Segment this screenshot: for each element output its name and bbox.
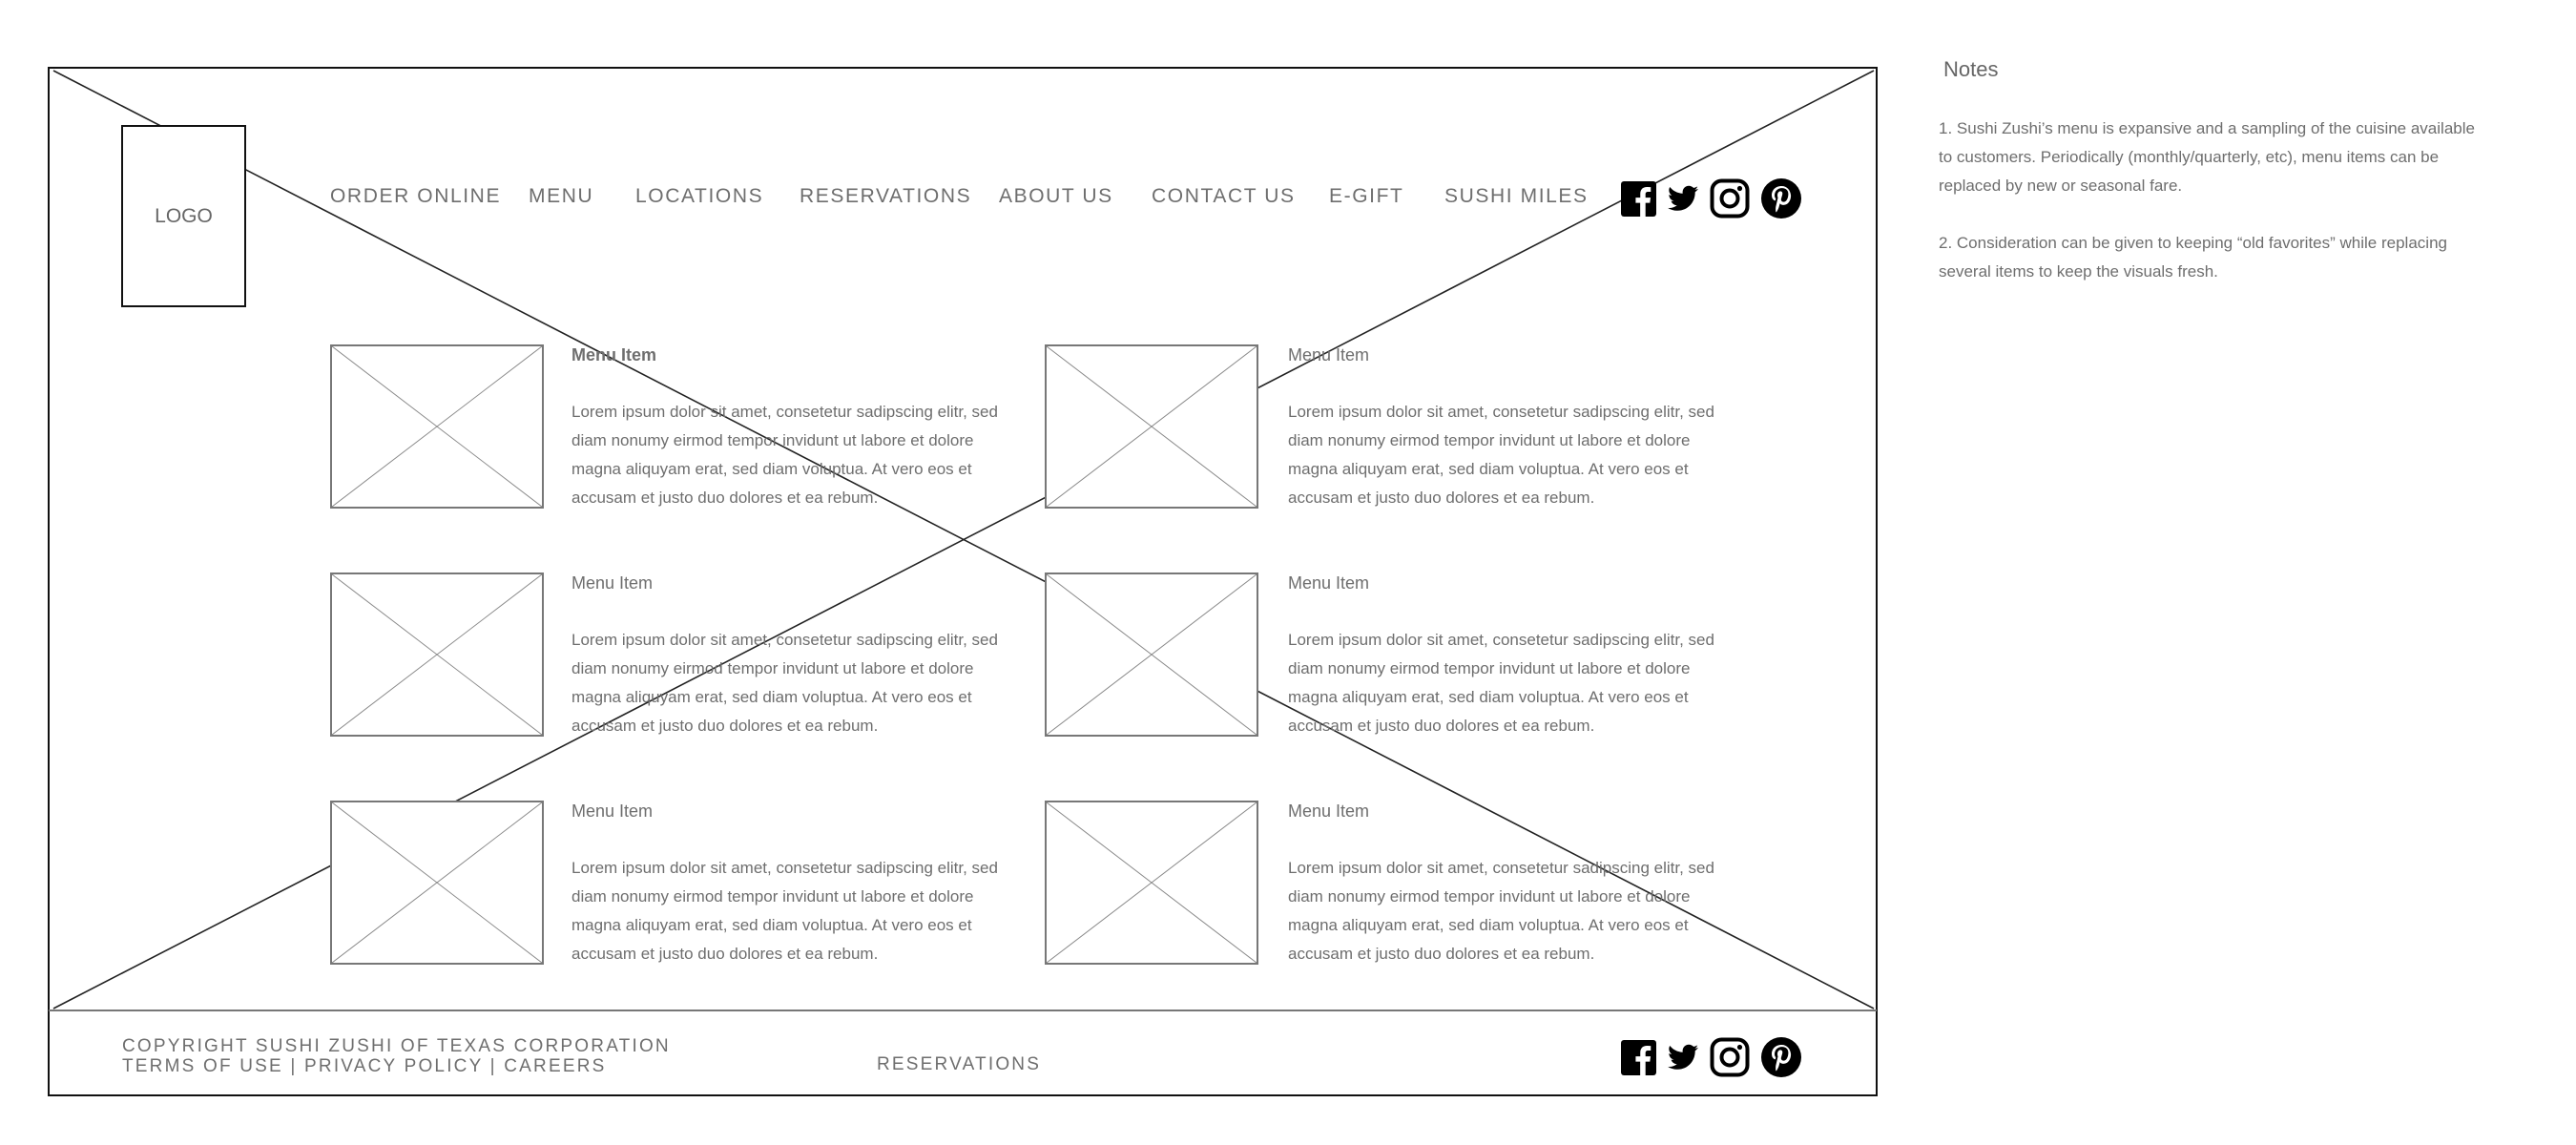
menu-item-title: Menu Item bbox=[571, 345, 657, 364]
instagram-icon[interactable] bbox=[1710, 1037, 1750, 1077]
logo-placeholder[interactable]: LOGO bbox=[121, 125, 246, 307]
footer-social-links bbox=[1621, 1037, 1801, 1077]
nav-item-contact-us[interactable]: CONTACT US bbox=[1152, 185, 1296, 208]
nav-item-reservations[interactable]: RESERVATIONS bbox=[800, 185, 971, 208]
twitter-icon[interactable] bbox=[1668, 1044, 1698, 1071]
footer-divider bbox=[49, 1010, 1877, 1011]
menu-item-description: Lorem ipsum dolor sit amet, consetetur s… bbox=[571, 859, 998, 963]
nav-item-about-us[interactable]: ABOUT US bbox=[999, 185, 1113, 208]
note-item: 2. Consideration can be given to keeping… bbox=[1939, 234, 2447, 281]
menu-item-title: Menu Item bbox=[1288, 573, 1370, 593]
image-placeholder-icon bbox=[332, 346, 542, 507]
image-placeholder-icon bbox=[332, 802, 542, 963]
menu-item-image-placeholder[interactable] bbox=[330, 344, 544, 509]
menu-item-description: Lorem ipsum dolor sit amet, consetetur s… bbox=[1288, 859, 1714, 963]
pinterest-icon[interactable] bbox=[1761, 1037, 1801, 1077]
menu-item-title: Menu Item bbox=[1288, 802, 1370, 821]
nav-item-order-online[interactable]: ORDER ONLINE bbox=[330, 185, 501, 208]
image-placeholder-icon bbox=[1047, 574, 1257, 735]
footer-copyright: COPYRIGHT SUSHI ZUSHI OF TEXAS CORPORATI… bbox=[122, 1036, 671, 1056]
menu-item-image-placeholder[interactable] bbox=[1045, 801, 1258, 965]
privacy-policy-link[interactable]: PRIVACY POLICY bbox=[304, 1056, 483, 1076]
menu-item-description: Lorem ipsum dolor sit amet, consetetur s… bbox=[571, 403, 998, 507]
image-placeholder-icon bbox=[1047, 346, 1257, 507]
link-separator: | bbox=[290, 1056, 298, 1076]
footer-legal-links: TERMS OF USE | PRIVACY POLICY | CAREERS bbox=[122, 1056, 607, 1076]
menu-item-image-placeholder[interactable] bbox=[1045, 572, 1258, 737]
facebook-icon[interactable] bbox=[1621, 1039, 1656, 1075]
pinterest-icon[interactable] bbox=[1761, 178, 1801, 219]
footer-reservations-link[interactable]: RESERVATIONS bbox=[877, 1054, 1041, 1074]
terms-of-use-link[interactable]: TERMS OF USE bbox=[122, 1056, 283, 1076]
menu-item-image-placeholder[interactable] bbox=[330, 801, 544, 965]
menu-item-description: Lorem ipsum dolor sit amet, consetetur s… bbox=[1288, 403, 1714, 507]
menu-item-title: Menu Item bbox=[571, 802, 654, 821]
nav-item-sushi-miles[interactable]: SUSHI MILES bbox=[1444, 185, 1589, 208]
menu-item-image-placeholder[interactable] bbox=[330, 572, 544, 737]
twitter-icon[interactable] bbox=[1668, 185, 1698, 212]
image-placeholder-icon bbox=[1047, 802, 1257, 963]
menu-item-description: Lorem ipsum dolor sit amet, consetetur s… bbox=[571, 631, 998, 735]
note-item: 1. Sushi Zushi’s menu is expansive and a… bbox=[1939, 119, 2475, 195]
nav-item-locations[interactable]: LOCATIONS bbox=[635, 185, 763, 208]
nav-item-menu[interactable]: MENU bbox=[529, 185, 593, 208]
logo-label: LOGO bbox=[155, 204, 213, 227]
menu-item-description: Lorem ipsum dolor sit amet, consetetur s… bbox=[1288, 631, 1714, 735]
header-social-links bbox=[1621, 178, 1801, 219]
careers-link[interactable]: CAREERS bbox=[504, 1056, 606, 1076]
instagram-icon[interactable] bbox=[1710, 178, 1750, 219]
nav-item-e-gift[interactable]: E-GIFT bbox=[1329, 185, 1403, 208]
menu-item-image-placeholder[interactable] bbox=[1045, 344, 1258, 509]
menu-item-title: Menu Item bbox=[571, 573, 654, 593]
facebook-icon[interactable] bbox=[1621, 180, 1656, 217]
menu-item-title: Menu Item bbox=[1288, 345, 1370, 364]
link-separator: | bbox=[489, 1056, 497, 1076]
notes-title: Notes bbox=[1943, 57, 1999, 81]
image-placeholder-icon bbox=[332, 574, 542, 735]
